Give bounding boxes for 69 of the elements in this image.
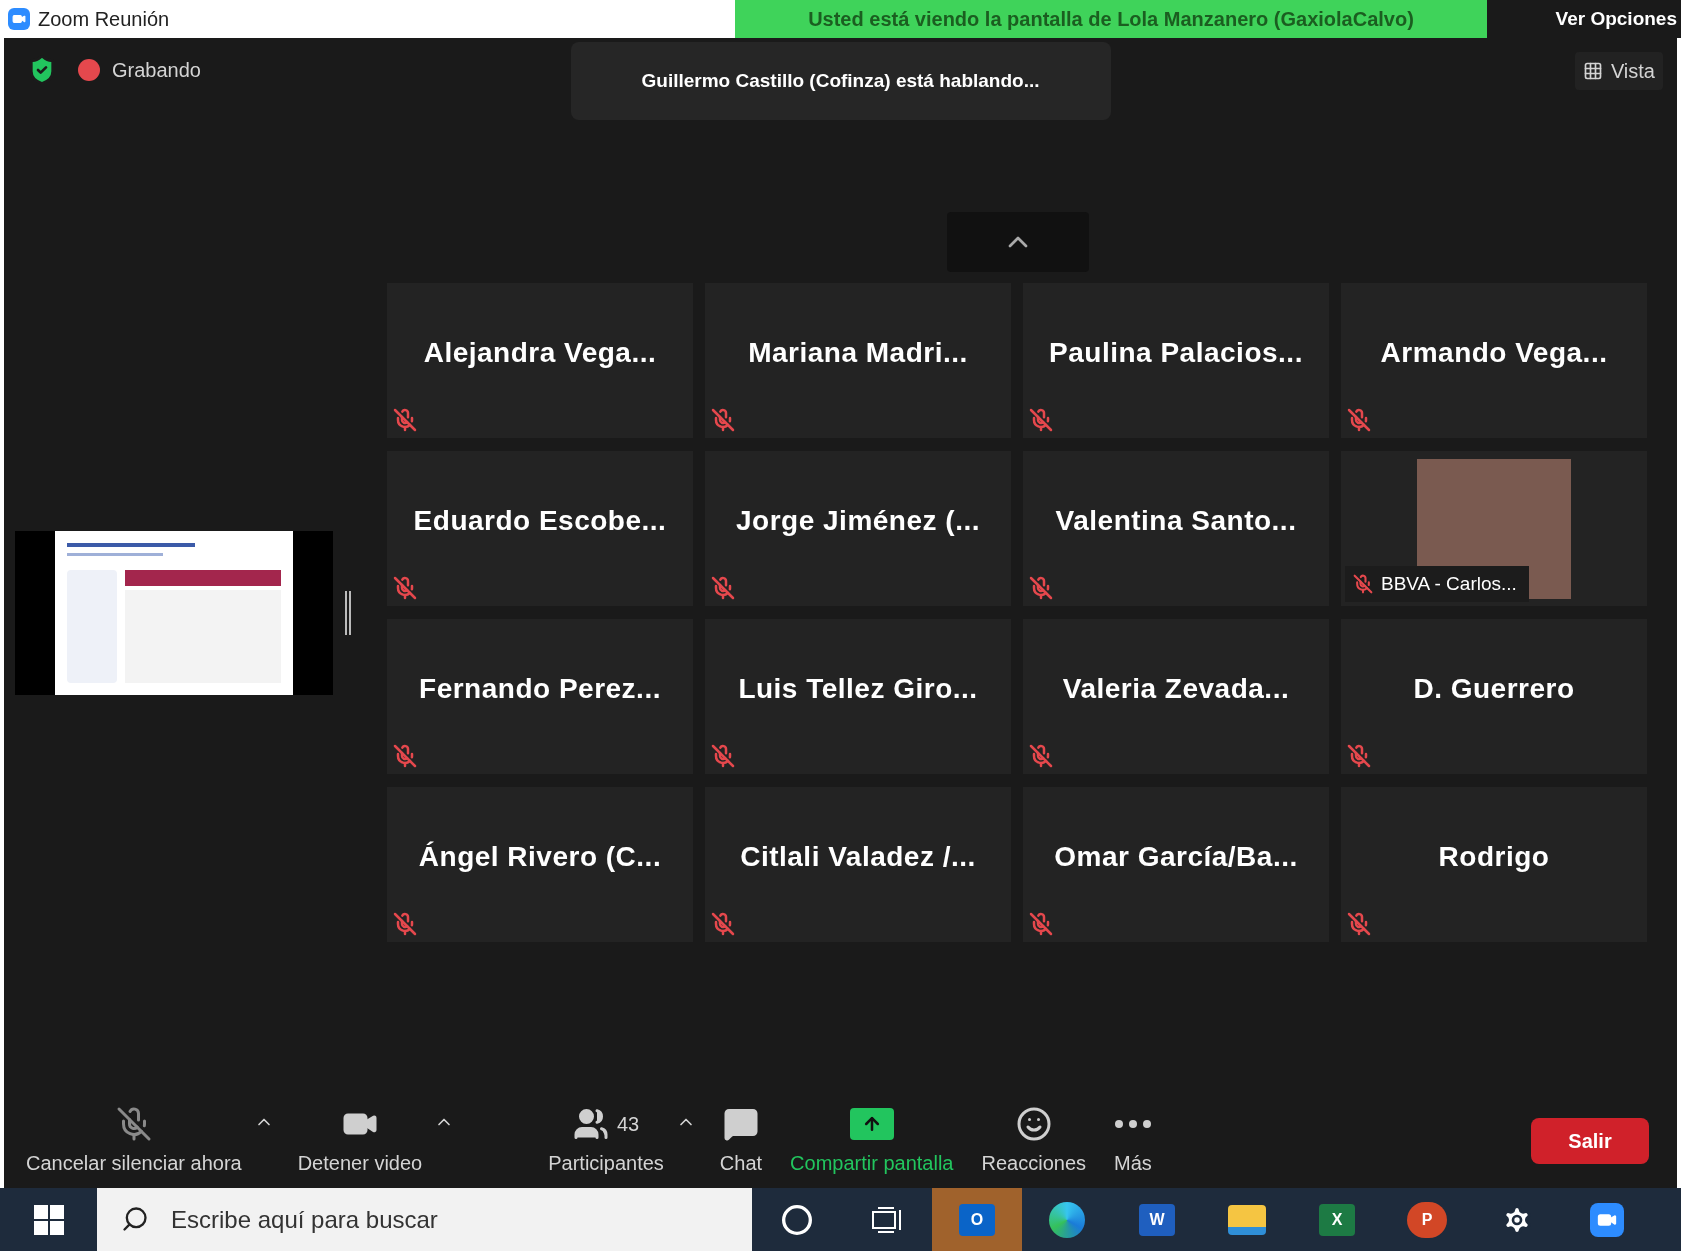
taskbar-app[interactable]: W <box>1112 1188 1202 1251</box>
participant-count: 43 <box>616 1111 640 1137</box>
participant-name: Paulina Palacios... <box>1049 335 1303 370</box>
participant-name: D. Guerrero <box>1413 671 1575 706</box>
app-logo-icon <box>8 8 30 30</box>
more-dots-icon <box>1114 1119 1151 1128</box>
window-title: Zoom Reunión <box>38 7 170 32</box>
toolbar-button[interactable]: Chat <box>715 1103 767 1178</box>
participant-name: Eduardo Escobe... <box>413 503 667 538</box>
participant-name: BBVA - Carlos... <box>1381 571 1517 596</box>
search-icon <box>121 1205 149 1233</box>
taskbar-app[interactable]: X <box>1292 1188 1382 1251</box>
mic-muted-icon <box>1347 408 1371 432</box>
view-options-button[interactable]: Ver Opciones <box>1487 0 1681 38</box>
participant-name: Citlali Valadez /... <box>740 839 976 874</box>
mic-muted-icon <box>1353 573 1373 594</box>
toolbar-button[interactable]: Compartir pantalla <box>786 1103 958 1178</box>
toolbar-button[interactable]: Más <box>1110 1103 1156 1178</box>
mail-app-icon: O <box>959 1203 995 1236</box>
taskbar-app[interactable]: P <box>1382 1188 1472 1251</box>
presentation-app-icon: P <box>1407 1201 1447 1238</box>
mic-muted-icon <box>115 1105 152 1142</box>
participant-name: Luis Tellez Giro... <box>738 671 978 706</box>
toolbar-button[interactable]: Reacciones <box>977 1103 1090 1178</box>
participant-name: Rodrigo <box>1438 839 1550 874</box>
browser-app-icon <box>1049 1201 1085 1238</box>
participant-name: Jorge Jiménez (... <box>736 503 980 538</box>
mic-muted-icon <box>393 408 417 432</box>
participant-name: Fernando Perez... <box>419 671 661 706</box>
spreadsheet-app-icon: X <box>1319 1203 1355 1236</box>
folder-icon <box>1228 1204 1266 1235</box>
share-screen-icon <box>849 1107 894 1140</box>
windows-logo-icon <box>33 1204 64 1235</box>
document-app-icon: W <box>1139 1203 1175 1236</box>
mic-muted-icon <box>1347 912 1371 936</box>
toolbar-button[interactable]: 43 Participantes <box>544 1103 668 1178</box>
participant-name: Armando Vega... <box>1380 335 1608 370</box>
grid-icon <box>1582 61 1603 81</box>
leave-button[interactable]: Salir <box>1531 1117 1649 1164</box>
participant-name: Mariana Madri... <box>748 335 968 370</box>
mic-muted-icon <box>1029 408 1053 432</box>
resize-handle[interactable] <box>345 591 351 635</box>
taskbar-search-field[interactable]: Escribe aquí para buscar <box>97 1188 752 1251</box>
mic-muted-icon <box>393 576 417 600</box>
speaking-notice: Guillermo Castillo (Cofinza) está hablando... <box>570 42 1111 120</box>
participant-name: Omar García/Ba... <box>1054 839 1298 874</box>
mic-muted-icon <box>1029 912 1053 936</box>
view-button[interactable]: Vista <box>1574 52 1663 90</box>
toolbar-button[interactable]: Detener video <box>293 1103 427 1178</box>
recording-label: Grabando <box>112 58 201 83</box>
mic-muted-icon <box>711 576 735 600</box>
participant-name: Valentina Santo... <box>1055 503 1297 538</box>
mic-muted-icon <box>1029 576 1053 600</box>
toolbar-button[interactable]: Cancelar silenciar ahora <box>22 1103 246 1178</box>
task-view-icon <box>870 1205 904 1234</box>
mic-muted-icon <box>711 744 735 768</box>
participant-name: Valeria Zevada... <box>1062 671 1290 706</box>
mic-muted-icon <box>711 912 735 936</box>
circle-icon <box>781 1203 813 1236</box>
mic-muted-icon <box>393 744 417 768</box>
participant-name: Ángel Rivero (C... <box>418 839 662 874</box>
mic-muted-icon <box>1029 744 1053 768</box>
video-app-icon <box>1590 1202 1624 1237</box>
taskbar-app[interactable]: O <box>932 1188 1022 1251</box>
mic-muted-icon <box>711 408 735 432</box>
mic-muted-icon <box>1347 744 1371 768</box>
screen-share-banner: Usted está viendo la pantalla de Lola Manzanero (GaxiolaCalvo) <box>735 0 1487 38</box>
mic-muted-icon <box>393 912 417 936</box>
participant-name: Alejandra Vega... <box>423 335 657 370</box>
